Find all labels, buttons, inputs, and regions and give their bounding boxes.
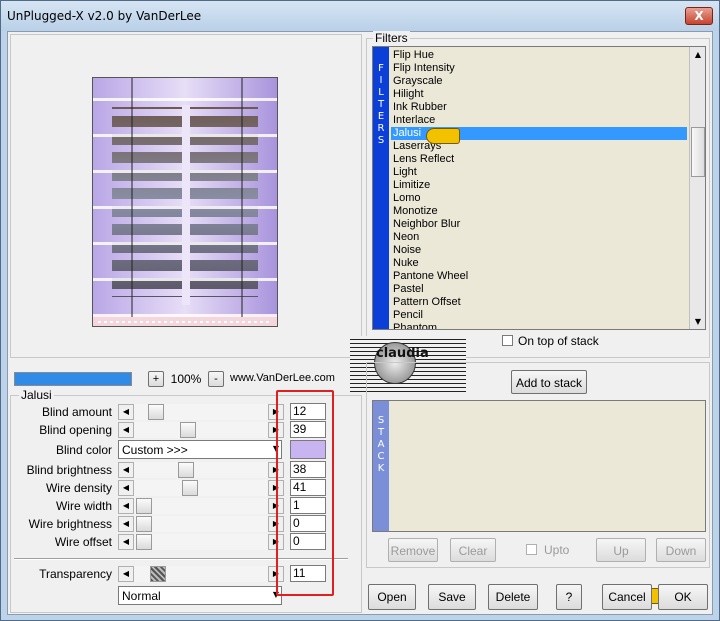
down-button[interactable]: Down [656, 538, 706, 562]
scroll-up-arrow[interactable]: ▲ [690, 47, 705, 63]
list-item[interactable]: Lens Reflect [391, 153, 687, 166]
blind-color-select[interactable]: Custom >>> ▼ [118, 440, 282, 459]
blind-brightness-thumb[interactable] [178, 462, 194, 478]
save-button[interactable]: Save [428, 584, 476, 610]
blind-amount-left-arrow[interactable]: ◀ [118, 404, 134, 420]
wire-width-label: Wire width [55, 499, 112, 513]
list-item[interactable]: Nuke [391, 257, 687, 270]
add-to-stack-button[interactable]: Add to stack [511, 370, 587, 394]
transparency-label: Transparency [39, 567, 112, 581]
list-item[interactable]: Pantone Wheel [391, 270, 687, 283]
up-button[interactable]: Up [596, 538, 646, 562]
wire-density-thumb[interactable] [182, 480, 198, 496]
website-link[interactable]: www.VanDerLee.com [230, 372, 354, 384]
stack-side-label: STACK [377, 415, 385, 474]
list-item[interactable]: Ink Rubber [391, 101, 687, 114]
filters-list[interactable]: Flip Hue Flip Intensity Grayscale Hiligh… [391, 49, 687, 329]
list-item[interactable]: Interlace [391, 114, 687, 127]
list-item[interactable]: Limitize [391, 179, 687, 192]
filters-group-label: Filters [373, 31, 410, 45]
wire-width-left-arrow[interactable]: ◀ [118, 498, 134, 514]
filters-scrollbar[interactable]: ▲ ▼ [689, 47, 705, 329]
blend-mode-value: Normal [122, 589, 161, 603]
blind-amount-label: Blind amount [41, 405, 112, 419]
list-item[interactable]: Neighbor Blur [391, 218, 687, 231]
blind-opening-label: Blind opening [39, 423, 112, 437]
blind-brightness-track[interactable] [134, 462, 268, 478]
on-top-label: On top of stack [518, 334, 599, 348]
remove-button[interactable]: Remove [388, 538, 438, 562]
blind-brightness-left-arrow[interactable]: ◀ [118, 462, 134, 478]
list-item[interactable]: Neon [391, 231, 687, 244]
upto-checkbox[interactable] [526, 544, 537, 555]
zoom-value: 100% [170, 372, 202, 386]
blind-opening-thumb[interactable] [180, 422, 196, 438]
filters-side-label: FILTERS [377, 63, 385, 146]
on-top-checkbox[interactable] [502, 335, 513, 346]
upto-label: Upto [544, 543, 570, 557]
list-item[interactable]: Pattern Offset [391, 296, 687, 309]
ok-button[interactable]: OK [658, 584, 708, 610]
blind-color-label: Blind color [55, 443, 112, 457]
list-item[interactable]: Pastel [391, 283, 687, 296]
clear-button[interactable]: Clear [450, 538, 496, 562]
list-item[interactable]: Noise [391, 244, 687, 257]
window-title: UnPlugged-X v2.0 by VanDerLee [7, 9, 202, 23]
watermark-text: claudia [376, 346, 429, 361]
list-item[interactable]: Pencil [391, 309, 687, 322]
close-button[interactable]: X [685, 7, 713, 25]
cancel-button[interactable]: Cancel [602, 584, 652, 610]
jalusi-group-label: Jalusi [19, 388, 54, 402]
scroll-thumb[interactable] [691, 127, 705, 177]
transparency-left-arrow[interactable]: ◀ [118, 566, 134, 582]
wire-brightness-track[interactable] [134, 516, 268, 532]
wire-density-track[interactable] [134, 480, 268, 496]
wire-offset-label: Wire offset [54, 535, 112, 549]
list-item[interactable]: Phantom [391, 322, 687, 329]
progress-bar [14, 372, 132, 386]
preview-panel [10, 34, 362, 358]
blind-color-select-value: Custom >>> [122, 443, 188, 457]
blind-amount-thumb[interactable] [148, 404, 164, 420]
list-item[interactable]: Flip Hue [391, 49, 687, 62]
wire-density-label: Wire density [45, 481, 112, 495]
zoom-in-button[interactable]: + [148, 371, 164, 387]
zoom-out-button[interactable]: - [208, 371, 224, 387]
preview-image [92, 77, 278, 327]
wire-brightness-label: Wire brightness [28, 517, 112, 531]
dialog-window: UnPlugged-X v2.0 by VanDerLee X + 100% -… [0, 0, 720, 621]
open-button[interactable]: Open [368, 584, 416, 610]
list-item[interactable]: Monotize [391, 205, 687, 218]
list-item[interactable]: Light [391, 166, 687, 179]
wire-width-track[interactable] [134, 498, 268, 514]
blind-opening-left-arrow[interactable]: ◀ [118, 422, 134, 438]
wire-offset-left-arrow[interactable]: ◀ [118, 534, 134, 550]
wire-brightness-thumb[interactable] [136, 516, 152, 532]
transparency-thumb[interactable] [150, 566, 166, 582]
client-area: + 100% - www.VanDerLee.com Jalusi Blind … [7, 31, 713, 615]
stack-list-box[interactable]: STACK [372, 400, 706, 532]
pointer-hand-icon [426, 128, 460, 144]
help-button[interactable]: ? [556, 584, 582, 610]
blind-opening-track[interactable] [134, 422, 268, 438]
filters-list-box: FILTERS Flip Hue Flip Intensity Grayscal… [372, 46, 706, 330]
title-bar: UnPlugged-X v2.0 by VanDerLee X [1, 1, 719, 31]
list-item[interactable]: Hilight [391, 88, 687, 101]
blend-mode-select[interactable]: Normal ▼ [118, 586, 282, 605]
list-item[interactable]: Lomo [391, 192, 687, 205]
blind-brightness-label: Blind brightness [26, 463, 112, 477]
wire-brightness-left-arrow[interactable]: ◀ [118, 516, 134, 532]
list-item[interactable]: Flip Intensity [391, 62, 687, 75]
scroll-down-arrow[interactable]: ▼ [690, 314, 705, 329]
delete-button[interactable]: Delete [488, 584, 538, 610]
wire-density-left-arrow[interactable]: ◀ [118, 480, 134, 496]
wire-width-thumb[interactable] [136, 498, 152, 514]
highlight-box [276, 390, 334, 596]
wire-offset-thumb[interactable] [136, 534, 152, 550]
list-item[interactable]: Grayscale [391, 75, 687, 88]
wire-offset-track[interactable] [134, 534, 268, 550]
